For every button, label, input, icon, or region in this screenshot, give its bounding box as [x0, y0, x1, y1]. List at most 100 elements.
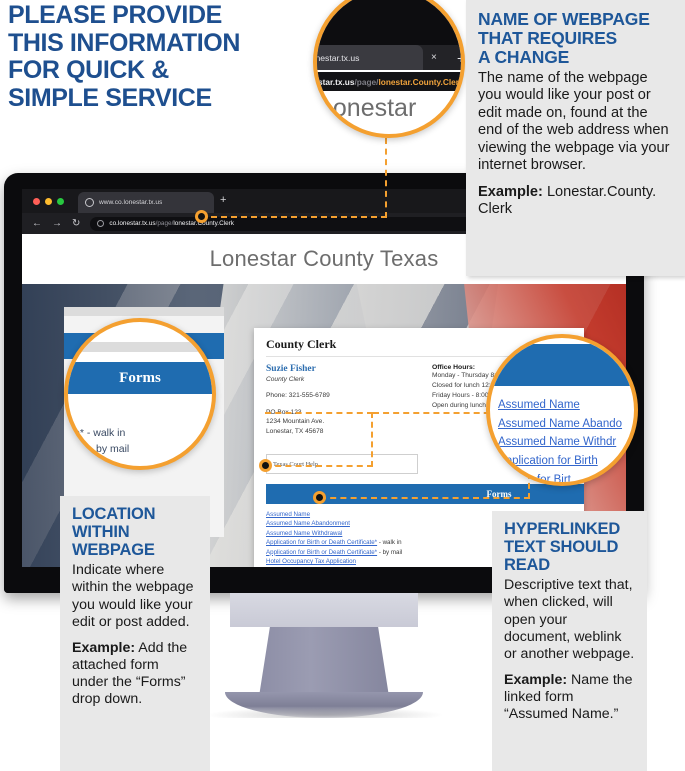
clerk-address-line-3: Lonestar, TX 45678: [266, 427, 324, 435]
connector-anchor-dot: [195, 210, 208, 223]
connector-anchor-dot: [259, 459, 272, 472]
callout-title-line-3: READ: [504, 555, 550, 574]
list-item[interactable]: Application for Birth or Death Certifica…: [266, 548, 402, 557]
magnifier-url-page: lonestar.County.Clerk: [378, 76, 464, 87]
monitor-neck: [230, 593, 418, 627]
magnifier-link[interactable]: Assumed Name Withdr: [498, 433, 622, 452]
callout-body: Descriptive text that, when clicked, wil…: [504, 577, 635, 662]
callout-connector-right: [320, 497, 530, 499]
magnifier-url-path: /page/: [354, 76, 379, 87]
url-domain: co.lonestar.tx.us: [109, 220, 156, 227]
callout-connector-left-upper: [265, 412, 373, 414]
form-link[interactable]: Hotel Occupancy Tax Application: [266, 558, 356, 565]
headline-line-4: SIMPLE SERVICE: [8, 83, 212, 112]
list-item[interactable]: Assumed Name: [266, 510, 402, 519]
globe-icon: [85, 198, 94, 207]
callout-title-line-2: TEXT SHOULD: [504, 537, 619, 556]
magnifier-hyperlinks: Assumed Name Assumed Name Abando Assumed…: [486, 334, 638, 486]
magnifier-url: co.lonestar.tx.us/page/lonestar.County.C…: [313, 76, 464, 87]
address-bar-url: co.lonestar.tx.us/page/lonestar.County.C…: [109, 220, 234, 227]
clerk-card-heading: County Clerk: [266, 337, 337, 351]
callout-example-label: Example:: [72, 639, 136, 656]
forms-link-list: Assumed Name Assumed Name Abandonment As…: [266, 510, 402, 567]
callout-title: NAME OF WEBPAGE THAT REQUIRES A CHANGE: [478, 10, 673, 67]
list-item[interactable]: Assumed Name Abandonment: [266, 519, 402, 528]
window-minimize-dot[interactable]: [45, 198, 52, 205]
form-link-suffix: - by mail: [377, 548, 403, 556]
magnifier-address-bar-field[interactable]: co.lonestar.tx.us/page/lonestar.County.C…: [313, 72, 464, 91]
connector-anchor-dot: [313, 491, 326, 504]
callout-title-line-1: LOCATION: [72, 505, 156, 523]
magnifier-forms-dropdown: Forms e* - walk in by mail: [64, 318, 216, 470]
form-link[interactable]: Application for Birth or Death Certifica…: [266, 539, 377, 546]
headline-line-3: FOR QUICK &: [8, 56, 169, 84]
callout-example: Example: Lonestar.County. Clerk: [478, 184, 673, 219]
clerk-role: County Clerk: [266, 376, 305, 383]
list-item[interactable]: Application for Birth or Death Certifica…: [266, 538, 402, 547]
callout-example: Example: Name the linked form “Assumed N…: [504, 672, 635, 723]
magnifier-forms-bar: [490, 344, 634, 386]
callout-connector-left-vertical: [371, 412, 373, 467]
magnifier-address-bar-content: ww.co.lonestar.tx.us × + co.lonestar.tx.…: [317, 0, 461, 134]
callout-connector-top-vertical: [385, 138, 387, 218]
magnifier-forms-fragments: e* - walk in by mail: [74, 426, 129, 458]
callout-title: HYPERLINKED TEXT SHOULD READ: [504, 520, 635, 574]
magnifier-link[interactable]: Application for Birth: [498, 452, 622, 471]
info-icon: [97, 220, 105, 227]
back-icon[interactable]: ←: [32, 218, 42, 229]
page-title: PLEASE PROVIDE THIS INFORMATION FOR QUIC…: [8, 1, 298, 112]
form-link[interactable]: Assumed Name Abandonment: [266, 520, 350, 527]
reload-icon[interactable]: ↻: [72, 218, 80, 229]
headline-line-1: PLEASE PROVIDE: [8, 1, 222, 29]
form-link[interactable]: Assumed Name: [266, 511, 310, 518]
site-title: Lonestar County Texas: [209, 246, 439, 271]
magnifier-link[interactable]: Assumed Name: [498, 396, 622, 415]
window-close-dot[interactable]: [33, 198, 40, 205]
magnifier-address-bar: ww.co.lonestar.tx.us × + co.lonestar.tx.…: [313, 0, 465, 138]
clerk-name: Suzie Fisher: [266, 364, 316, 374]
magnifier-forms-label: Forms: [119, 369, 161, 386]
form-link[interactable]: Application for Birth or Death Certifica…: [266, 549, 377, 556]
list-item[interactable]: Hotel Occupancy Tax Application: [266, 557, 402, 566]
callout-connector-top: [201, 216, 387, 218]
new-tab-icon[interactable]: +: [457, 50, 461, 66]
callout-location-within-webpage: LOCATION WITHIN WEBPAGE Indicate where w…: [60, 496, 210, 771]
list-item[interactable]: Assumed Name Withdrawal: [266, 529, 402, 538]
callout-body: The name of the webpage you would like y…: [478, 69, 670, 174]
clerk-phone: Phone: 321-555-6789: [266, 392, 330, 399]
forward-icon[interactable]: →: [52, 218, 62, 229]
callout-title-line-1: NAME OF WEBPAGE: [478, 9, 650, 29]
callout-name-of-webpage: NAME OF WEBPAGE THAT REQUIRES A CHANGE T…: [466, 0, 685, 276]
callout-title-line-1: HYPERLINKED: [504, 520, 621, 538]
magnifier-tab[interactable]: ww.co.lonestar.tx.us: [315, 45, 423, 70]
new-tab-icon[interactable]: +: [220, 195, 226, 206]
magnifier-tab-title: ww.co.lonestar.tx.us: [315, 52, 360, 63]
callout-body: Indicate where within the webpage you wo…: [72, 562, 194, 630]
callout-title-line-3: WEBPAGE: [72, 540, 155, 559]
form-link-suffix: - walk in: [377, 539, 402, 547]
magnifier-link[interactable]: Assumed Name Abando: [498, 415, 622, 434]
magnifier-link-list: Assumed Name Assumed Name Abando Assumed…: [498, 396, 622, 482]
search-input[interactable]: Texas Court Help: [266, 454, 418, 474]
magnifier-site-title: Lonestar: [319, 94, 417, 122]
clerk-contact-block: Suzie Fisher County Clerk Phone: 321-555…: [266, 364, 416, 436]
callout-hyperlinked-text: HYPERLINKED TEXT SHOULD READ Descriptive…: [492, 511, 647, 771]
form-link[interactable]: Assumed Name Withdrawal: [266, 530, 342, 537]
callout-example-label: Example:: [478, 183, 543, 200]
browser-tab[interactable]: www.co.lonestar.tx.us: [78, 192, 214, 213]
clerk-address-line-2: 1234 Mountain Ave.: [266, 418, 325, 426]
magnifier-forms-fragment-1: e* - walk in: [74, 427, 126, 439]
window-maximize-dot[interactable]: [57, 198, 64, 205]
panel-divider: [64, 307, 224, 316]
callout-example-label: Example:: [504, 671, 568, 688]
callout-example: Example: Add the attached form under the…: [72, 640, 198, 708]
magnifier-url-domain: co.lonestar.tx.us: [313, 76, 355, 87]
callout-title-line-2: THAT REQUIRES: [478, 27, 618, 48]
close-icon[interactable]: ×: [431, 52, 437, 63]
magnifier-forms-bar[interactable]: Forms: [68, 362, 212, 394]
tab-title: www.co.lonestar.tx.us: [99, 199, 163, 206]
magnifier-browser-dark-area: [317, 0, 461, 46]
magnifier-panel-divider: [68, 342, 212, 352]
callout-title-line-2: WITHIN: [72, 522, 130, 541]
callout-title-line-3: A CHANGE: [478, 46, 570, 67]
